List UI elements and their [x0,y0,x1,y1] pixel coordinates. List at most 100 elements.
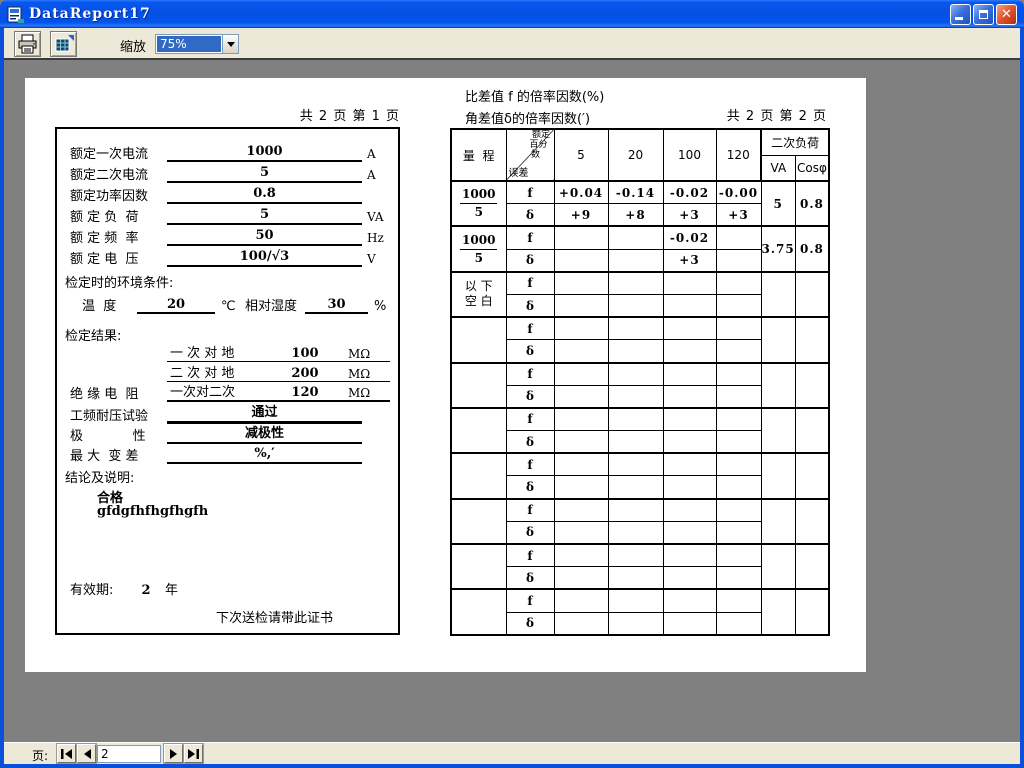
validity-label: 有效期: [70,579,127,598]
burden-va-cell: 5 [761,181,795,226]
range-cell [451,408,506,453]
insulation-side-label: 绝 缘 电 阻 [70,383,167,402]
delta-value-cell [554,385,608,408]
result-title: 检定结果: [65,325,121,344]
f-value-cell [663,453,716,476]
delta-value-cell [716,567,761,590]
insulation-unit: MΩ [348,347,390,361]
burden-cos-cell [795,499,829,544]
print-button[interactable] [14,31,41,57]
insulation-label: 二 次 对 地 [167,362,262,381]
field-value: 100/√3 [167,249,362,267]
f-value-cell [608,453,663,476]
zoom-dropdown-button[interactable] [222,35,238,53]
delta-value-cell [663,385,716,408]
insulation-row: 一 次 对 地100MΩ [70,343,390,362]
conclusion-title: 结论及说明: [65,467,134,486]
delta-value-cell [663,294,716,317]
next-page-icon [170,749,178,759]
f-value-cell [608,544,663,567]
burden-cos-cell [795,544,829,589]
range-cell: 10005 [451,226,506,271]
delta-value-cell [608,612,663,635]
f-value-cell [663,317,716,340]
delta-value-cell: +3 [716,204,761,227]
field-label: 额 定 电 压 [70,248,167,267]
env-title: 检定时的环境条件: [65,272,173,291]
f-value-cell [608,589,663,612]
minimize-button[interactable] [950,4,971,25]
f-value-cell [716,544,761,567]
delta-value-cell [608,385,663,408]
f-value-cell [716,453,761,476]
validity-row: 有效期: 2 年 [70,579,178,598]
max-variation-label: 最 大 变 差 [70,445,167,464]
humidity-value: 30 [305,297,368,314]
last-page-button[interactable] [184,744,203,763]
page2-title-line1: 比差值 f 的倍率因数(%) [465,86,604,105]
field-value: 5 [167,207,362,225]
first-page-icon [61,749,72,759]
delta-value-cell [663,476,716,499]
page-number-input[interactable] [97,745,161,763]
delta-value-cell [608,249,663,272]
next-page-button[interactable] [164,744,183,763]
burden-va-cell [761,363,795,408]
maximize-button[interactable] [973,4,994,25]
f-row-label: f [506,317,554,340]
field-unit: Hz [362,231,390,246]
env-row: 温 度 20 ℃ 相对湿度 30 % [82,295,390,314]
range-cell: 10005 [451,181,506,226]
delta-value-cell [554,612,608,635]
minimize-icon [955,17,963,20]
burden-cos-cell: 0.8 [795,181,829,226]
f-value-cell [716,226,761,249]
max-variation-value: %,′ [167,446,362,464]
delta-row-label: δ [506,612,554,635]
zoom-combobox[interactable]: 75% [155,34,239,54]
f-value-cell [608,272,663,295]
percent-column-header: 20 [608,129,663,181]
delta-value-cell [716,476,761,499]
export-button[interactable] [50,31,77,57]
burden-va-cell [761,499,795,544]
f-value-cell [716,499,761,522]
prev-page-button[interactable] [77,744,96,763]
f-value-cell [716,408,761,431]
field-row: 额 定 负 荷 5 VA [70,206,390,225]
prev-page-icon [83,749,91,759]
burden-va-header: VA [761,155,795,181]
f-row-label: f [506,181,554,204]
f-value-cell [608,226,663,249]
delta-row-label: δ [506,340,554,363]
delta-row-label: δ [506,476,554,499]
delta-value-cell [716,612,761,635]
f-value-cell [554,226,608,249]
max-variation-row: 最 大 变 差 %,′ [70,445,390,464]
field-value: 50 [167,228,362,246]
titlebar: DataReport17 ✕ [0,0,1024,28]
withstand-label: 工频耐压试验 [70,405,167,424]
temperature-label: 温 度 [82,295,137,314]
insulation-row: 绝 缘 电 阻 一次对二次120MΩ [70,383,390,402]
insulation-value: 120 [262,385,348,400]
burden-header: 二次负荷 [761,129,829,155]
burden-va-cell [761,544,795,589]
first-page-button[interactable] [57,744,76,763]
close-button[interactable]: ✕ [996,4,1017,25]
temperature-unit: ℃ [215,299,245,314]
percent-column-header: 5 [554,129,608,181]
f-value-cell [554,544,608,567]
window-border-bottom [0,764,1024,768]
footer-note: 下次送检请带此证书 [147,607,402,626]
field-label: 额 定 频 率 [70,227,167,246]
delta-value-cell [608,521,663,544]
f-value-cell [554,317,608,340]
f-value-cell [554,363,608,386]
zoom-value: 75% [157,36,221,52]
field-value: 1000 [167,144,362,162]
f-value-cell [663,544,716,567]
validity-unit: 年 [165,579,178,598]
delta-value-cell [608,431,663,454]
burden-va-cell [761,317,795,362]
